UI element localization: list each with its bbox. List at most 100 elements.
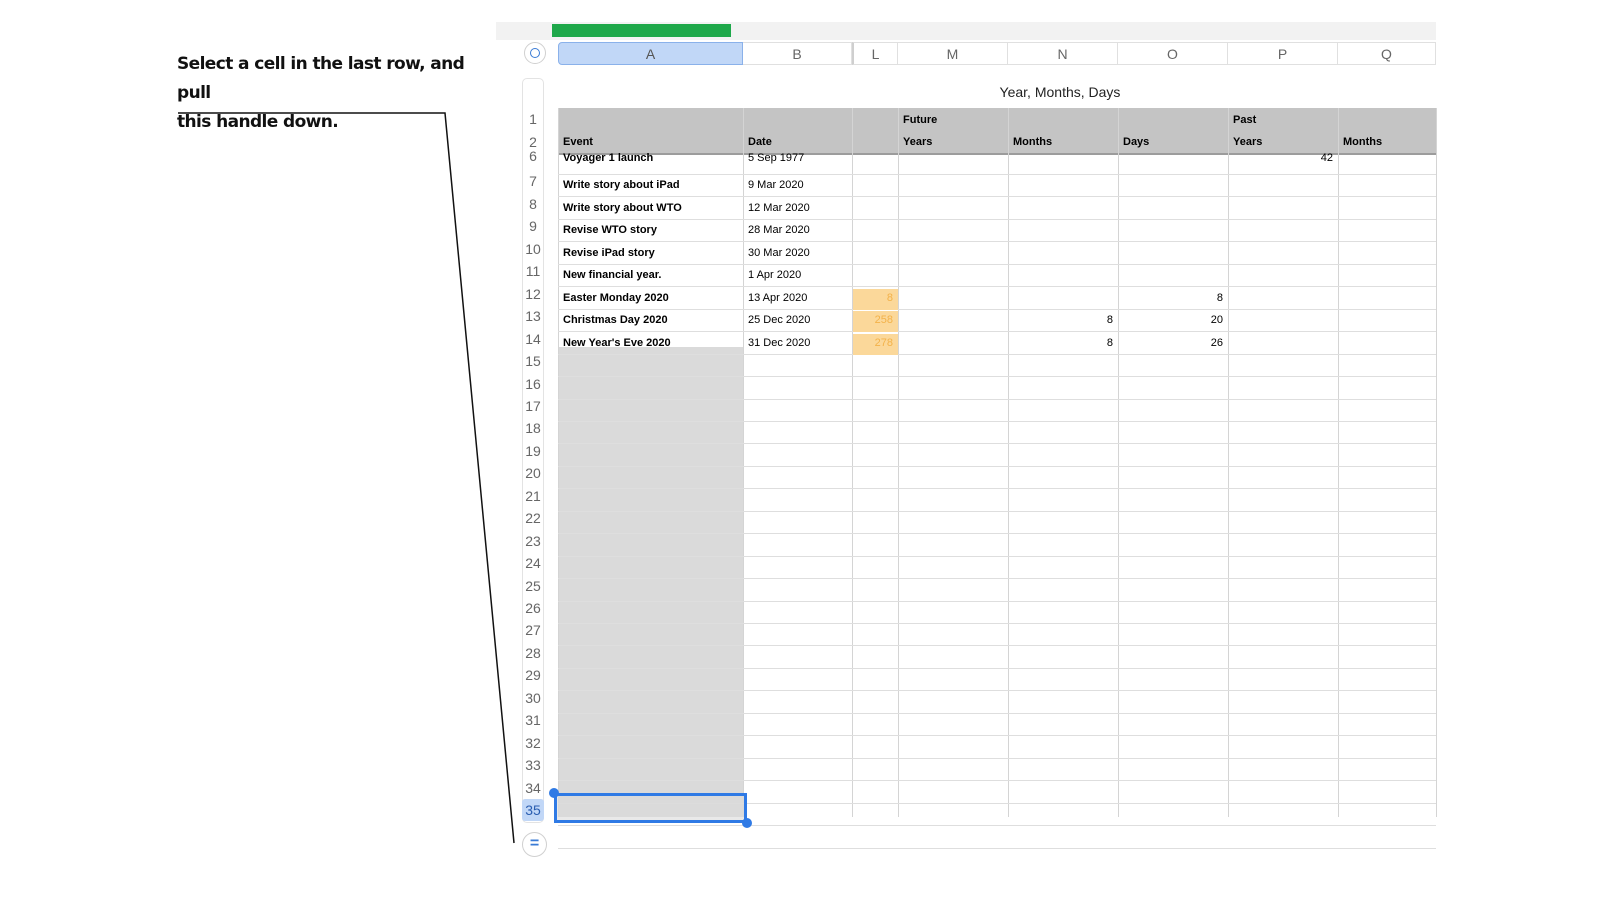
row-header-22[interactable]: 22 [522,507,544,529]
row-header-9[interactable]: 9 [522,215,544,237]
column-header-l[interactable]: L [852,42,898,65]
cell-b10[interactable]: 30 Mar 2020 [743,243,852,264]
header-cell-n[interactable]: Months [1008,132,1118,153]
selected-cell-a35[interactable] [554,793,747,823]
grid-horizontal-line [558,376,1436,377]
column-header-o[interactable]: O [1118,42,1228,65]
grid-horizontal-line [558,241,1436,242]
grid-vertical-line [898,108,899,817]
row-header-28[interactable]: 28 [522,642,544,664]
grid-horizontal-line [558,421,1436,422]
cell-b11[interactable]: 1 Apr 2020 [743,265,852,286]
row-header-21[interactable]: 21 [522,485,544,507]
grid-horizontal-line [558,286,1436,287]
column-header-a[interactable]: A [558,42,743,65]
cell-a7[interactable]: Write story about iPad [558,175,743,196]
cell-n13[interactable]: 8 [1008,310,1118,331]
cell-p6[interactable]: 42 [1228,148,1338,169]
row-header-30[interactable]: 30 [522,687,544,709]
grid-horizontal-line [558,645,1436,646]
grid-horizontal-line [558,623,1436,624]
column-header-n[interactable]: N [1008,42,1118,65]
cell-a12[interactable]: Easter Monday 2020 [558,288,743,309]
header-past[interactable]: Past [1228,110,1338,131]
row-header-35[interactable]: 35 [522,799,544,822]
grid-horizontal-line [558,488,1436,489]
row-header-34[interactable]: 34 [522,777,544,799]
row-header-8[interactable]: 8 [522,193,544,215]
cell-l14[interactable]: 278 [852,333,898,354]
select-all-circle-icon[interactable] [524,42,546,64]
row-header-33[interactable]: 33 [522,754,544,776]
row-header-25[interactable]: 25 [522,575,544,597]
cell-a6[interactable]: Voyager 1 launch [558,148,743,169]
row-header-16[interactable]: 16 [522,373,544,395]
row-header-19[interactable]: 19 [522,440,544,462]
cell-b8[interactable]: 12 Mar 2020 [743,198,852,219]
row-header-32[interactable]: 32 [522,732,544,754]
cell-n14[interactable]: 8 [1008,333,1118,354]
grid-horizontal-line [558,668,1436,669]
header-future[interactable]: Future [898,110,1008,131]
grid-vertical-line [1228,108,1229,817]
grid-horizontal-line [558,511,1436,512]
row-header-20[interactable]: 20 [522,462,544,484]
grid-vertical-line [1008,108,1009,817]
row-header-1[interactable]: 1 [522,108,544,130]
row-header-29[interactable]: 29 [522,664,544,686]
row-header-13[interactable]: 13 [522,305,544,327]
row-header-31[interactable]: 31 [522,709,544,731]
selection-top-handle[interactable] [549,788,559,798]
row-header-10[interactable]: 10 [522,238,544,260]
row-header-6[interactable]: 6 [522,145,544,167]
table-title: Year, Months, Days [999,84,1121,100]
row-header-11[interactable]: 11 [522,260,544,282]
cell-a13[interactable]: Christmas Day 2020 [558,310,743,331]
grid-horizontal-line [558,825,1436,826]
column-header-p[interactable]: P [1228,42,1338,65]
grid-horizontal-line [558,466,1436,467]
grid-horizontal-line [558,735,1436,736]
grid-horizontal-line [558,601,1436,602]
row-header-18[interactable]: 18 [522,417,544,439]
column-header-row: ABLMNOPQ [558,42,1436,65]
row-header-27[interactable]: 27 [522,619,544,641]
row-header-12[interactable]: 12 [522,283,544,305]
cell-l12[interactable]: 8 [852,288,898,309]
cell-l13[interactable]: 258 [852,310,898,331]
equals-handle-icon[interactable]: = [522,832,547,857]
cell-o13[interactable]: 20 [1118,310,1228,331]
grid-horizontal-line [558,848,1436,849]
cell-b6[interactable]: 5 Sep 1977 [743,148,852,169]
cell-o12[interactable]: 8 [1118,288,1228,309]
cell-b13[interactable]: 25 Dec 2020 [743,310,852,331]
column-header-b[interactable]: B [743,42,852,65]
row-header-7[interactable]: 7 [522,170,544,192]
row-header-23[interactable]: 23 [522,530,544,552]
row-header-17[interactable]: 17 [522,395,544,417]
cell-a8[interactable]: Write story about WTO [558,198,743,219]
row-header-26[interactable]: 26 [522,597,544,619]
cell-b14[interactable]: 31 Dec 2020 [743,333,852,354]
row-header-15[interactable]: 15 [522,350,544,372]
header-cell-o[interactable]: Days [1118,132,1228,153]
cell-o14[interactable]: 26 [1118,333,1228,354]
selection-fill-handle[interactable] [742,818,752,828]
column-header-m[interactable]: M [898,42,1008,65]
row-header-14[interactable]: 14 [522,328,544,350]
cell-b12[interactable]: 13 Apr 2020 [743,288,852,309]
header-cell-m[interactable]: Years [898,132,1008,153]
row-header-24[interactable]: 24 [522,552,544,574]
progress-bar [552,24,731,37]
header-cell-q[interactable]: Months [1338,132,1436,153]
cell-b9[interactable]: 28 Mar 2020 [743,220,852,241]
grid-horizontal-line [558,690,1436,691]
cell-a9[interactable]: Revise WTO story [558,220,743,241]
cell-a11[interactable]: New financial year. [558,265,743,286]
column-header-q[interactable]: Q [1338,42,1436,65]
cell-a10[interactable]: Revise iPad story [558,243,743,264]
grid-horizontal-line [558,331,1436,332]
cell-a14[interactable]: New Year's Eve 2020 [558,333,743,354]
cell-b7[interactable]: 9 Mar 2020 [743,175,852,196]
grid-horizontal-line [558,780,1436,781]
